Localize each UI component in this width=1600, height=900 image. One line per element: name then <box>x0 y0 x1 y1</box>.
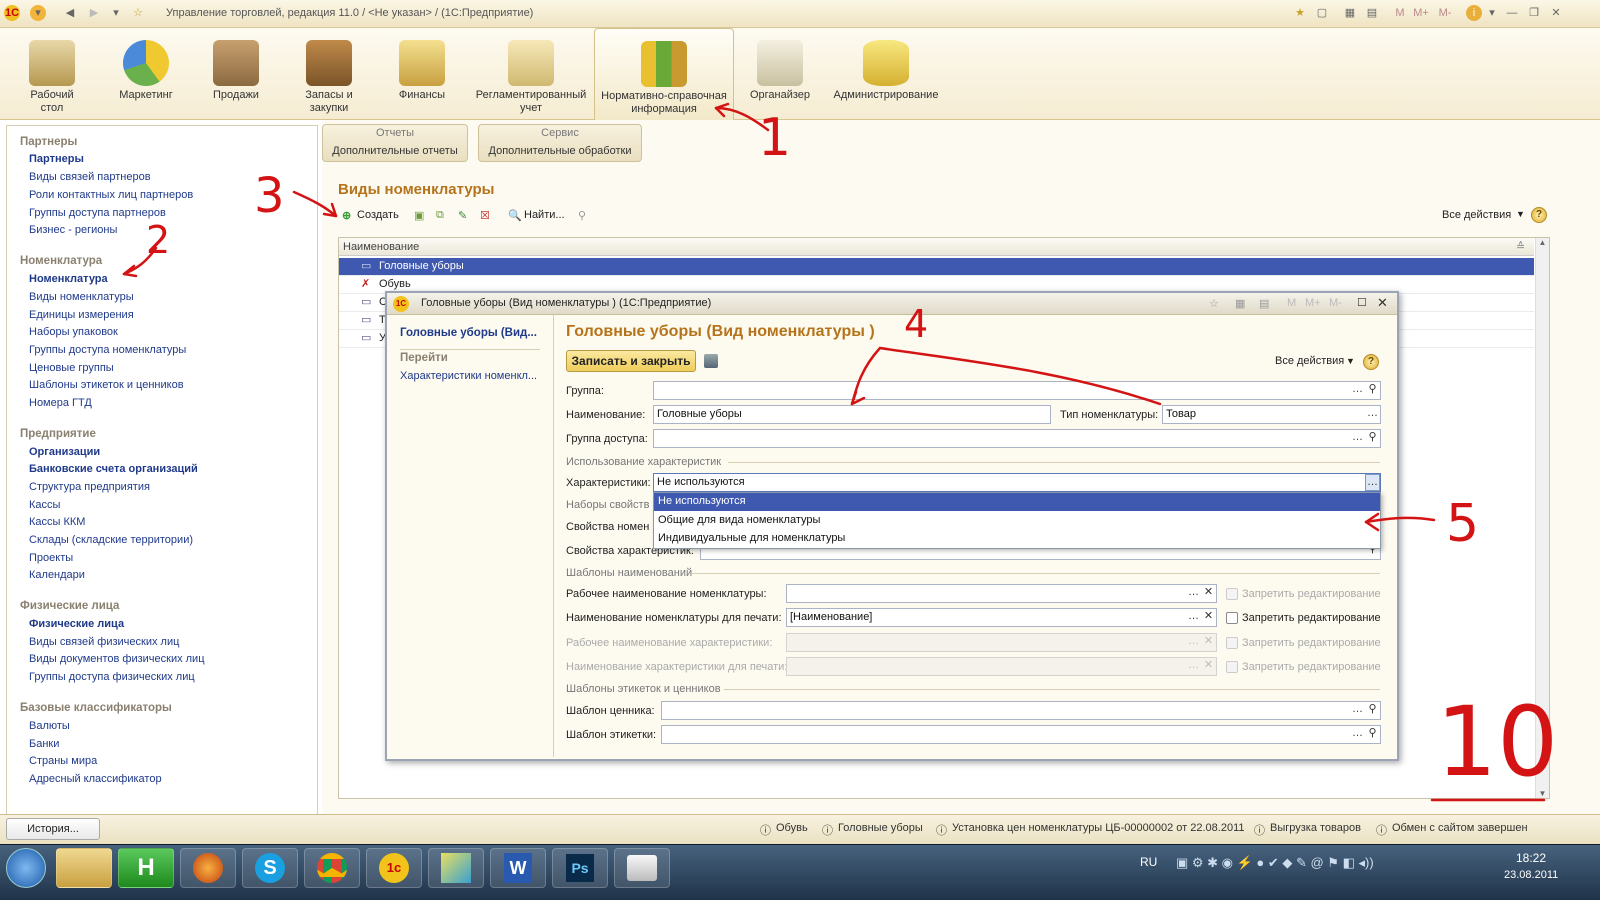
annotation-number-1: 1 <box>758 108 792 168</box>
annotation-arrow-4 <box>850 346 1162 406</box>
annotation-number-4: 4 <box>904 302 929 346</box>
annotation-number-2: 2 <box>146 218 171 262</box>
annotation-number-3: 3 <box>254 168 285 224</box>
annotation-number-10: 10 <box>1436 686 1559 798</box>
annotation-arrow-3 <box>292 190 338 218</box>
annotation-arrow-5 <box>1364 516 1436 524</box>
annotation-overlay <box>122 102 1546 802</box>
annotation-number-5: 5 <box>1446 494 1480 554</box>
